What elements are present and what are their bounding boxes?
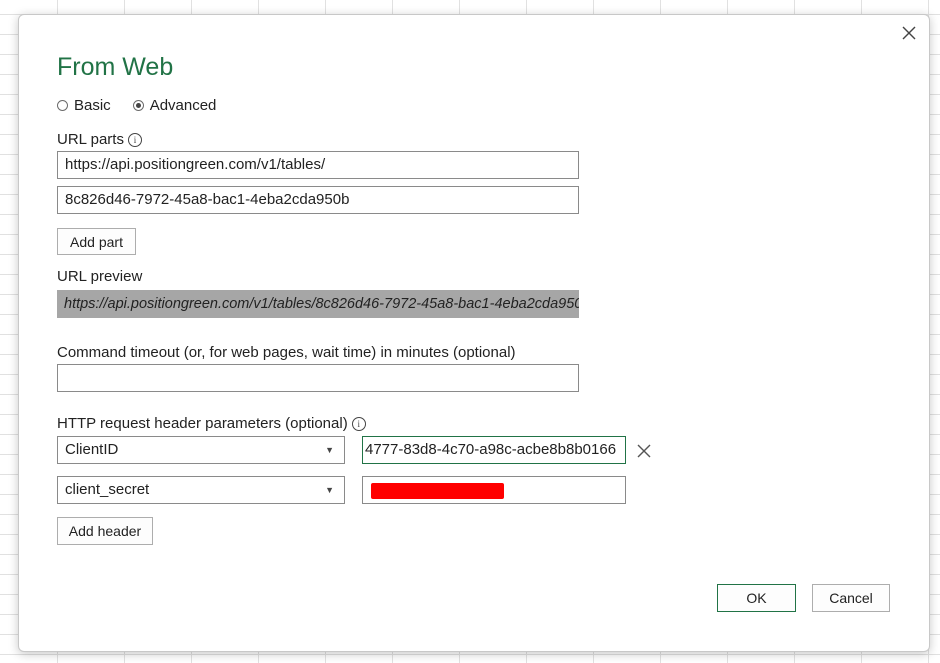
ok-button[interactable]: OK <box>717 584 796 612</box>
header-1-name-select[interactable]: ClientID ▼ <box>57 436 345 464</box>
header-1-value-input[interactable]: 4777-83d8-4c70-a98c-acbe8b8b0166 <box>362 436 626 464</box>
redaction-mark <box>371 483 504 499</box>
add-part-button[interactable]: Add part <box>57 228 136 255</box>
close-icon[interactable] <box>897 21 921 45</box>
basic-radio-label: Basic <box>74 97 111 114</box>
info-icon[interactable]: i <box>127 133 142 147</box>
headers-label: HTTP request header parameters (optional… <box>57 415 366 432</box>
header-1-name-value: ClientID <box>65 441 119 458</box>
header-2-name-value: client_secret <box>65 481 150 498</box>
advanced-radio-circle-icon[interactable] <box>132 100 144 111</box>
header-2-value-input[interactable] <box>362 476 626 504</box>
advanced-radio-label: Advanced <box>149 97 217 114</box>
url-parts-label: URL parts i <box>57 131 142 148</box>
advanced-radio[interactable]: Advanced <box>132 97 217 114</box>
mode-radio-group: Basic Advanced <box>57 97 238 114</box>
url-preview-field: https://api.positiongreen.com/v1/tables/… <box>57 290 579 318</box>
from-web-dialog: From Web Basic Advanced URL parts i https… <box>18 14 930 652</box>
url-part-1-input[interactable]: https://api.positiongreen.com/v1/tables/ <box>57 151 579 179</box>
chevron-down-icon: ▼ <box>325 445 334 455</box>
timeout-input[interactable] <box>57 364 579 392</box>
timeout-label: Command timeout (or, for web pages, wait… <box>57 344 516 361</box>
url-preview-label: URL preview <box>57 268 143 285</box>
cancel-button[interactable]: Cancel <box>812 584 890 612</box>
basic-radio-circle-icon[interactable] <box>57 100 68 111</box>
url-parts-label-text: URL parts <box>57 131 124 148</box>
info-icon[interactable]: i <box>351 417 366 431</box>
url-part-2-input[interactable]: 8c826d46-7972-45a8-bac1-4eba2cda950b <box>57 186 579 214</box>
header-2-name-select[interactable]: client_secret ▼ <box>57 476 345 504</box>
remove-header-icon[interactable] <box>636 443 652 459</box>
basic-radio[interactable]: Basic <box>57 97 111 114</box>
add-header-button[interactable]: Add header <box>57 517 153 545</box>
dialog-title: From Web <box>57 53 174 81</box>
chevron-down-icon: ▼ <box>325 485 334 495</box>
headers-label-text: HTTP request header parameters (optional… <box>57 415 348 432</box>
